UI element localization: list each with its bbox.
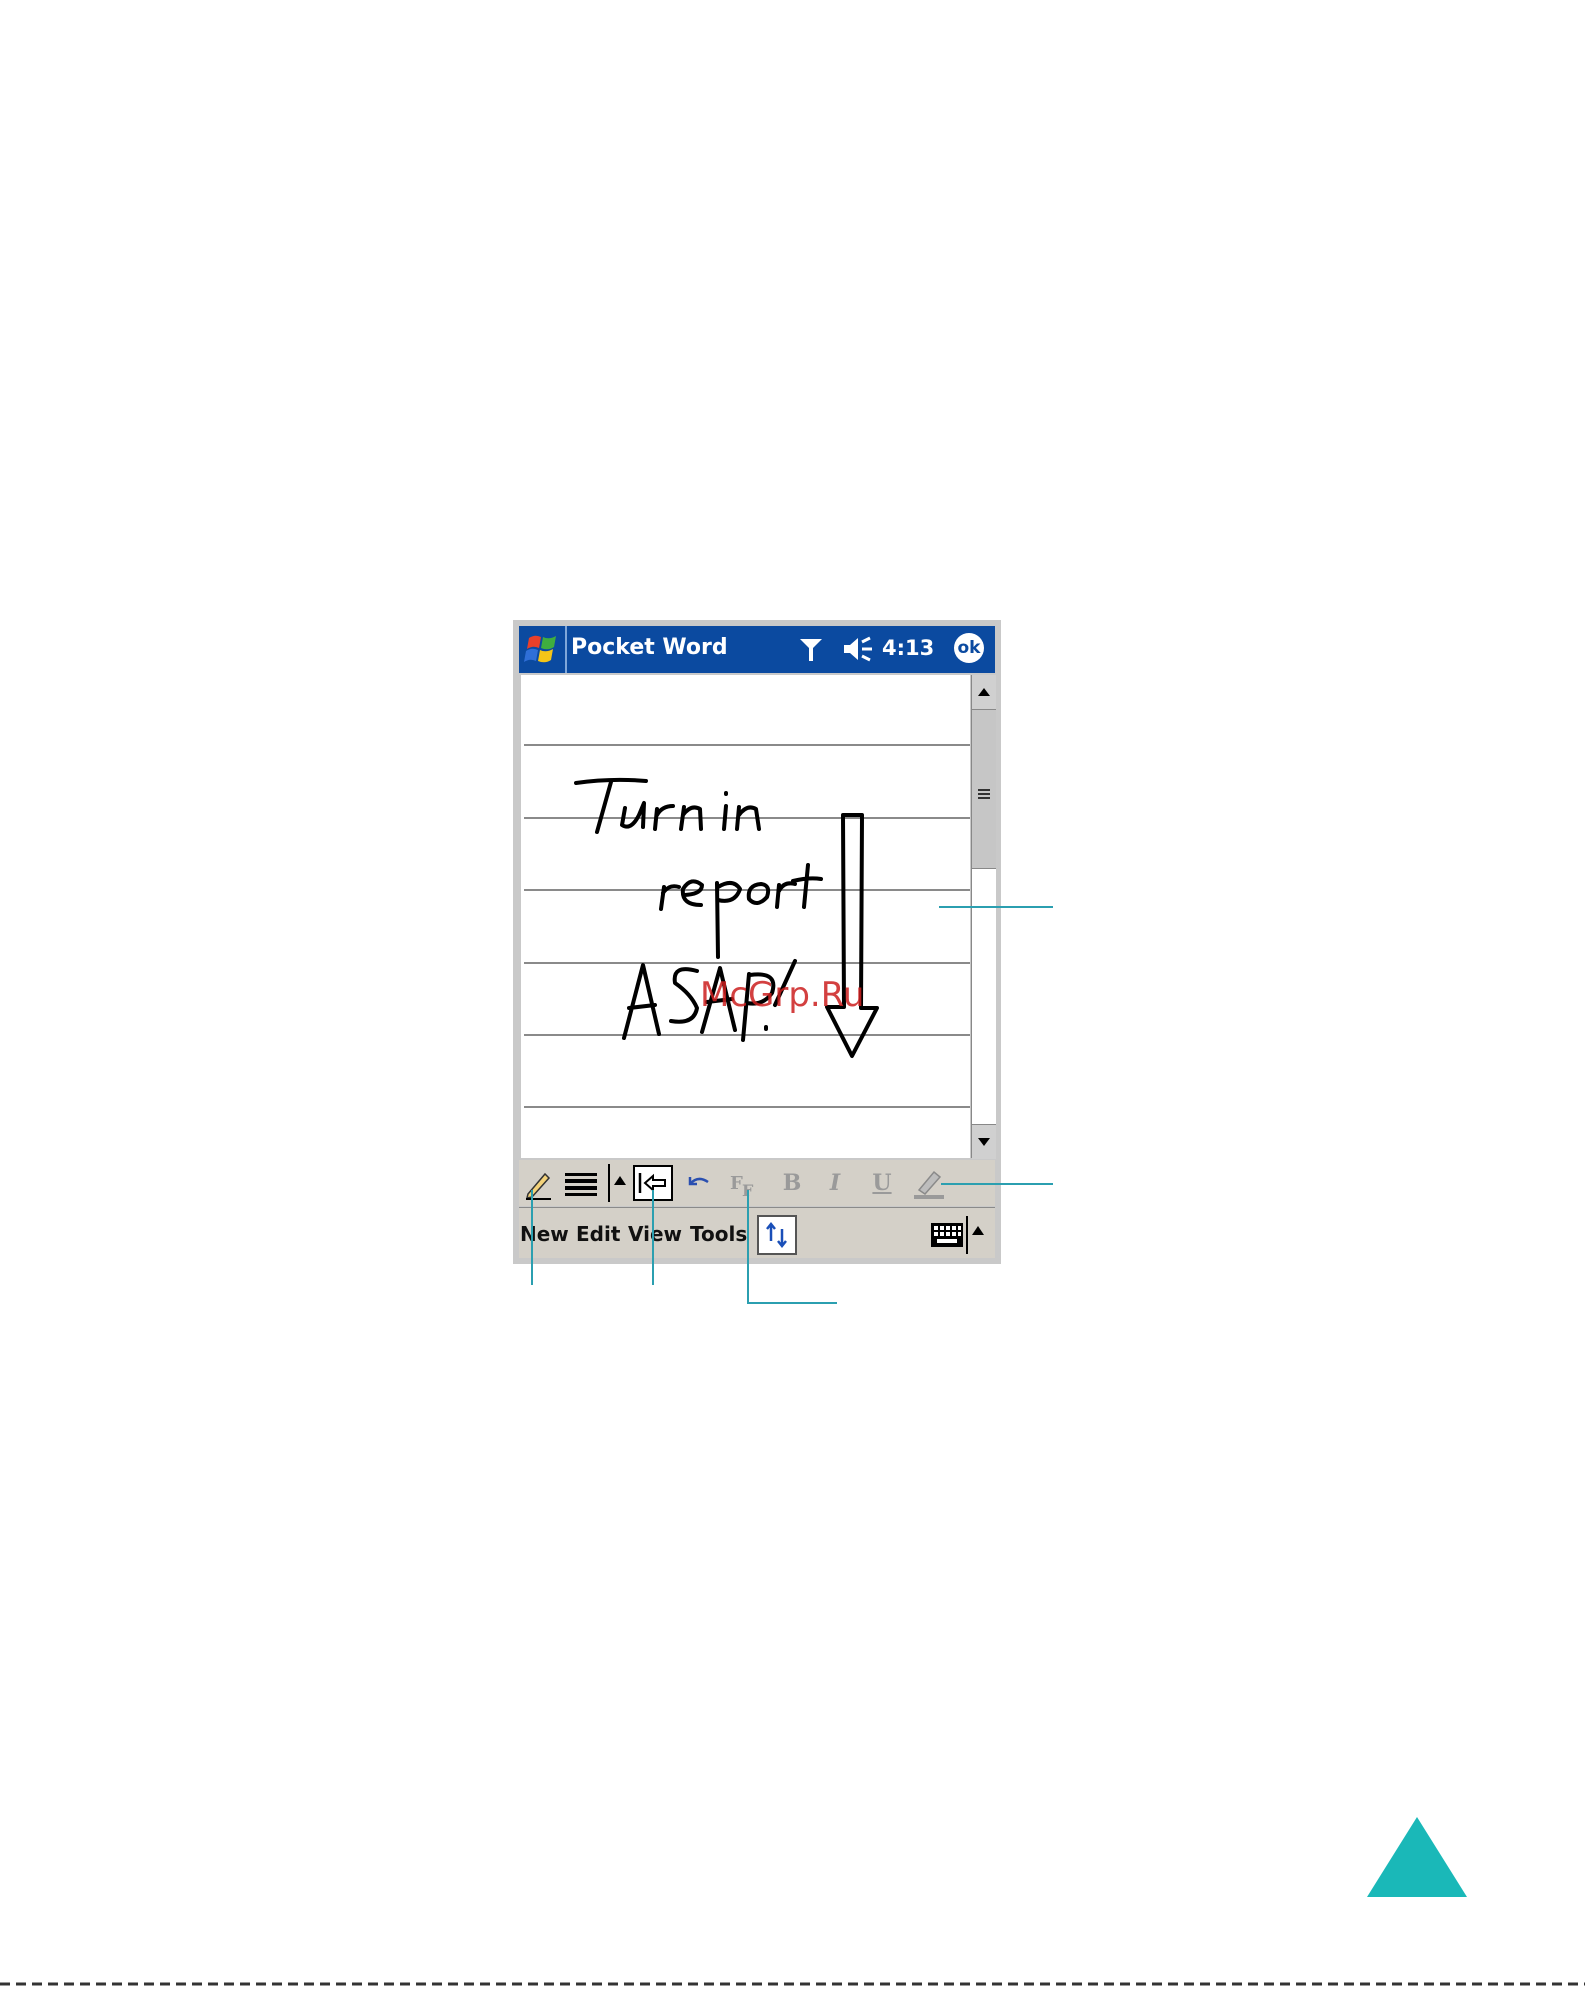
triangle-down-icon xyxy=(978,1138,990,1146)
menu-separator xyxy=(966,1216,968,1254)
menu-bar-divider xyxy=(519,1207,995,1208)
underline-button[interactable]: U xyxy=(868,1168,896,1198)
callout-line-pen xyxy=(531,1190,533,1285)
scroll-up-button[interactable] xyxy=(972,675,996,710)
ok-button[interactable]: ok xyxy=(954,633,984,663)
menu-view[interactable]: View xyxy=(628,1220,682,1248)
up-arrow-icon[interactable] xyxy=(971,1224,985,1236)
signal-antenna-icon[interactable] xyxy=(798,636,824,662)
keyboard-icon[interactable] xyxy=(930,1222,964,1248)
up-arrow-icon[interactable] xyxy=(613,1174,627,1186)
writing-canvas[interactable] xyxy=(521,675,970,1158)
callout-line-scroll xyxy=(939,906,1053,908)
italic-button[interactable]: I xyxy=(821,1168,849,1198)
toolbar-separator xyxy=(608,1164,610,1202)
callout-line-font-horizontal xyxy=(747,1302,837,1304)
callout-line-space xyxy=(652,1190,654,1285)
scroll-down-button[interactable] xyxy=(972,1124,996,1159)
handwriting-drawing xyxy=(524,744,970,1108)
menu-new[interactable]: New xyxy=(520,1220,569,1248)
clock[interactable]: 4:13 xyxy=(882,633,934,663)
title-bar-divider xyxy=(565,626,567,673)
menu-edit[interactable]: Edit xyxy=(576,1220,620,1248)
callout-line-toolbar xyxy=(941,1183,1053,1185)
windows-start-icon[interactable] xyxy=(521,628,563,670)
vertical-scrollbar[interactable] xyxy=(971,675,996,1159)
pen-toolbar: F F B I U xyxy=(519,1160,995,1206)
toggle-arrows-icon xyxy=(766,1221,787,1249)
triangle-up-icon xyxy=(978,688,990,696)
menu-tools[interactable]: Tools xyxy=(690,1220,747,1248)
font-icon[interactable]: F F xyxy=(729,1171,761,1199)
watermark: McGrp.Ru xyxy=(700,975,865,1015)
callout-line-font xyxy=(747,1190,749,1304)
undo-icon[interactable] xyxy=(684,1172,712,1194)
pen-icon[interactable] xyxy=(523,1168,553,1200)
scroll-thumb[interactable] xyxy=(972,710,996,869)
speaker-volume-icon[interactable] xyxy=(840,634,876,664)
next-page-triangle-icon[interactable] xyxy=(1367,1817,1467,1897)
toggle-view-button[interactable] xyxy=(757,1215,797,1255)
app-title: Pocket Word xyxy=(571,635,728,660)
bold-button[interactable]: B xyxy=(778,1168,806,1198)
line-width-icon[interactable] xyxy=(565,1171,597,1197)
footer-divider xyxy=(0,1982,1585,1986)
grip-icon xyxy=(978,789,990,799)
